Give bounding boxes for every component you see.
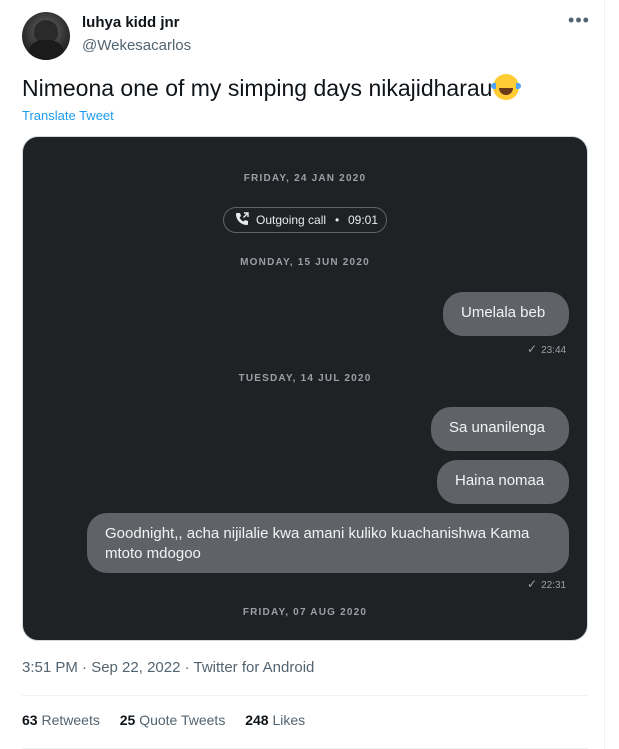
outgoing-call-icon bbox=[234, 208, 250, 232]
sent-check-icon: ✓ bbox=[527, 342, 538, 356]
tweet-timestamp[interactable]: 3:51 PM · Sep 22, 2022 · Twitter for And… bbox=[22, 659, 314, 676]
avatar-helmet-shape bbox=[34, 20, 58, 42]
face-with-tears-of-joy-icon bbox=[491, 74, 522, 100]
translate-tweet-link[interactable]: Translate Tweet bbox=[22, 108, 114, 123]
quote-tweets-stat[interactable]: 25 Quote Tweets bbox=[120, 712, 226, 728]
display-name[interactable]: luhya kidd jnr bbox=[82, 14, 180, 31]
sent-check-icon: ✓ bbox=[527, 577, 538, 591]
message-bubble: Haina nomaa bbox=[437, 460, 569, 504]
message-bubble: Goodnight,, acha nijilalie kwa amani kul… bbox=[87, 513, 569, 573]
message-meta: ✓ 22:31 bbox=[527, 577, 566, 591]
outgoing-call-pill: Outgoing call • 09:01 bbox=[223, 207, 387, 233]
tweet-card: luhya kidd jnr @Wekesacarlos ••• Nimeona… bbox=[0, 0, 605, 749]
call-label: Outgoing call bbox=[256, 213, 327, 227]
call-separator: • bbox=[335, 213, 340, 227]
avatar-body-shape bbox=[28, 40, 64, 60]
likes-stat[interactable]: 248 Likes bbox=[245, 712, 305, 728]
tweet-text: Nimeona one of my simping days nikajidha… bbox=[22, 74, 522, 102]
retweets-label: Retweets bbox=[41, 712, 100, 728]
date-separator: TUESDAY, 14 JUL 2020 bbox=[238, 373, 372, 384]
date-separator: FRIDAY, 07 AUG 2020 bbox=[242, 607, 368, 618]
message-meta: ✓ 23:44 bbox=[527, 342, 566, 356]
more-horizontal-icon[interactable]: ••• bbox=[566, 10, 592, 36]
tweet-text-body: Nimeona one of my simping days nikajidha… bbox=[22, 75, 493, 101]
likes-count: 248 bbox=[245, 712, 269, 728]
message-bubble: Sa unanilenga bbox=[431, 407, 569, 451]
call-time: 09:01 bbox=[348, 213, 379, 227]
tweet-media-screenshot[interactable]: FRIDAY, 24 JAN 2020 Outgoing call • 09:0… bbox=[22, 136, 588, 641]
retweets-stat[interactable]: 63 Retweets bbox=[22, 712, 100, 728]
message-time: 22:31 bbox=[541, 580, 567, 591]
message-time: 23:44 bbox=[541, 345, 567, 356]
avatar[interactable] bbox=[22, 12, 70, 60]
divider bbox=[22, 695, 588, 696]
date-separator: FRIDAY, 24 JAN 2020 bbox=[243, 173, 367, 184]
tweet-stats: 63 Retweets 25 Quote Tweets 248 Likes bbox=[22, 712, 321, 728]
date-separator: MONDAY, 15 JUN 2020 bbox=[240, 257, 370, 268]
quote-count: 25 bbox=[119, 712, 136, 728]
quote-label: Quote Tweets bbox=[139, 712, 226, 728]
user-handle[interactable]: @Wekesacarlos bbox=[82, 37, 191, 54]
likes-label: Likes bbox=[272, 712, 306, 728]
retweets-count: 63 bbox=[22, 712, 38, 728]
message-bubble: Umelala beb bbox=[443, 292, 569, 336]
